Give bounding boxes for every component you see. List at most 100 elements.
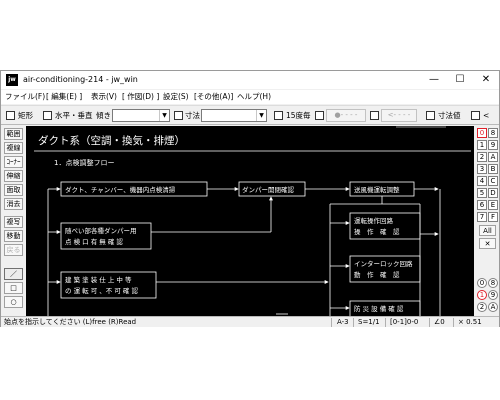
layer-group-f[interactable]: F [488, 212, 498, 222]
layer-group-3[interactable]: 3 [477, 164, 487, 174]
layer-group-0[interactable]: 0 [477, 128, 487, 138]
tilt-combo[interactable]: ▼ [112, 109, 170, 122]
horiz-vert-checkbox[interactable] [43, 111, 52, 120]
layer-group-5[interactable]: 5 [477, 188, 487, 198]
drawing-canvas[interactable]: ダクト系（空調・換気・排煙） 1．点検調整フロー ダクト、チャンバー、機器内点検… [26, 126, 474, 316]
layer-group-6[interactable]: 6 [477, 200, 487, 210]
status-separator [331, 318, 332, 327]
left-tool-panel: 範囲 複線 ｺｰﾅｰ 伸縮 面取 消去 複写 移動 戻る ／ □ ○ [1, 126, 25, 316]
status-bar: 始点を指示してください (L)free (R)Read A-3 S=1/1 [0… [1, 316, 499, 327]
menu-file[interactable]: ファイル(F) [5, 91, 45, 103]
flow-box-fan-adjust-label: 送風機運転調整 [354, 185, 400, 194]
flow-box-damper-check-label: ダンパー開閉確認 [242, 185, 295, 194]
chevron-down-icon[interactable]: ▼ [159, 110, 169, 121]
tool-circle-icon[interactable]: ○ [4, 296, 23, 308]
menu-edit[interactable]: [ 編集(E) ] [46, 91, 82, 103]
layer-group-7[interactable]: 7 [477, 212, 487, 222]
tool-undo[interactable]: 戻る [4, 244, 23, 256]
layer-8[interactable]: 8 [488, 278, 498, 288]
drawing-subheading: 1．点検調整フロー [54, 158, 114, 167]
arrow-line-button[interactable]: <- - - - [381, 109, 417, 122]
tool-erase[interactable]: 消去 [4, 198, 23, 210]
application-window: jw air-conditioning-214 - jw_win — ☐ ✕ フ… [0, 70, 500, 327]
drawing-heading: ダクト系（空調・換気・排煙） [38, 134, 185, 147]
lt-label: < [483, 111, 490, 120]
menu-help[interactable]: ヘルプ(H) [237, 91, 271, 103]
close-icon[interactable]: ✕ [479, 238, 496, 249]
layer-group-b[interactable]: B [488, 164, 498, 174]
status-layer[interactable]: [0-1]0-0 [390, 317, 418, 328]
layer-group-a[interactable]: A [488, 152, 498, 162]
close-button[interactable]: ✕ [473, 71, 499, 89]
all-layers-button[interactable]: All [479, 225, 496, 236]
status-separator [385, 318, 386, 327]
tool-copy[interactable]: 複写 [4, 216, 23, 228]
menu-draw[interactable]: [ 作図(D) ] [122, 91, 159, 103]
menu-other[interactable]: [その他(A)] [194, 91, 233, 103]
layer-0[interactable]: 0 [477, 278, 487, 288]
flow-box-interlock-line1: インターロック回路 [354, 259, 413, 268]
layer-2[interactable]: 2 [477, 302, 487, 312]
status-scale[interactable]: S=1/1 [358, 317, 380, 328]
layer-group-8[interactable]: 8 [488, 128, 498, 138]
status-zoom[interactable]: × 0.51 [458, 317, 482, 328]
tool-stretch[interactable]: 伸縮 [4, 170, 23, 182]
tool-line-icon[interactable]: ／ [4, 268, 23, 280]
layer-group-d[interactable]: D [488, 188, 498, 198]
flow-box-duct-check-label: ダクト、チャンバー、機器内点検清掃 [65, 185, 176, 194]
tool-chamfer[interactable]: 面取 [4, 184, 23, 196]
layer-a[interactable]: A [488, 302, 498, 312]
layer-group-e[interactable]: E [488, 200, 498, 210]
scale-15-label: 15度毎 [286, 111, 311, 120]
flow-box-operation-line2: 操 作 確 認 [354, 227, 400, 236]
dim-label: 寸法 [185, 111, 200, 120]
horiz-vert-label: 水平・垂直 [55, 111, 93, 120]
app-icon: jw [6, 74, 18, 86]
flow-box-lower-label: 防 災 設 備 確 認 [354, 304, 404, 313]
status-message: 始点を指示してください (L)free (R)Read [4, 318, 137, 326]
flow-box-fire-line2: の 運 転 可 、不 可 確 認 [65, 286, 138, 295]
drawing-svg: ダクト系（空調・換気・排煙） 1．点検調整フロー ダクト、チャンバー、機器内点検… [34, 126, 471, 316]
flow-box-damper-pos-line2: 点 検 口 有 無 確 認 [65, 237, 123, 246]
tool-range[interactable]: 範囲 [4, 128, 23, 140]
maximize-button[interactable]: ☐ [447, 71, 473, 89]
tool-offset[interactable]: 複線 [4, 142, 23, 154]
layer-group-4[interactable]: 4 [477, 176, 487, 186]
circle-checkbox[interactable] [315, 111, 324, 120]
status-angle[interactable]: ∠0 [434, 317, 445, 328]
layer-group-1[interactable]: 1 [477, 140, 487, 150]
arrow-checkbox[interactable] [370, 111, 379, 120]
flow-box-damper-pos-line1: 随べい部各種ダンパー用 [65, 226, 137, 235]
layer-1[interactable]: 1 [477, 290, 487, 300]
flow-box-fire-line1: 建 築 塗 装 仕 上 中 等 [65, 275, 132, 284]
dim-value-checkbox[interactable] [426, 111, 435, 120]
status-separator [429, 318, 430, 327]
tool-move[interactable]: 移動 [4, 230, 23, 242]
menu-bar: ファイル(F) [ 編集(E) ] 表示(V) [ 作図(D) ] 設定(S) … [1, 90, 499, 104]
layer-group-c[interactable]: C [488, 176, 498, 186]
lt-checkbox[interactable] [471, 111, 480, 120]
status-paper[interactable]: A-3 [337, 317, 349, 328]
tool-rect-icon[interactable]: □ [4, 282, 23, 294]
dim-combo[interactable]: ▼ [201, 109, 267, 122]
flow-box-operation-line1: 運転操作回路 [354, 216, 394, 225]
status-separator [353, 318, 354, 327]
dim-value-label: 寸法値 [438, 111, 461, 120]
scale-15-checkbox[interactable] [274, 111, 283, 120]
title-bar: jw air-conditioning-214 - jw_win — ☐ ✕ [1, 71, 499, 89]
tool-corner[interactable]: ｺｰﾅｰ [4, 156, 23, 168]
layer-group-9[interactable]: 9 [488, 140, 498, 150]
dim-checkbox[interactable] [174, 111, 183, 120]
chevron-down-icon[interactable]: ▼ [256, 110, 266, 121]
rect-label: 矩形 [18, 111, 33, 120]
menu-settings[interactable]: 設定(S) [163, 91, 189, 103]
layer-panel: 0 8 1 9 2 A 3 B 4 C 5 D 6 E 7 F All ✕ 0 … [475, 126, 499, 316]
minimize-button[interactable]: — [421, 71, 447, 89]
rect-checkbox[interactable] [6, 111, 15, 120]
layer-9[interactable]: 9 [488, 290, 498, 300]
window-title: air-conditioning-214 - jw_win [23, 75, 138, 84]
menu-view[interactable]: 表示(V) [91, 91, 117, 103]
tilt-label: 傾き [96, 111, 111, 120]
circle-line-button[interactable]: ●- - - - [326, 109, 366, 122]
layer-group-2[interactable]: 2 [477, 152, 487, 162]
